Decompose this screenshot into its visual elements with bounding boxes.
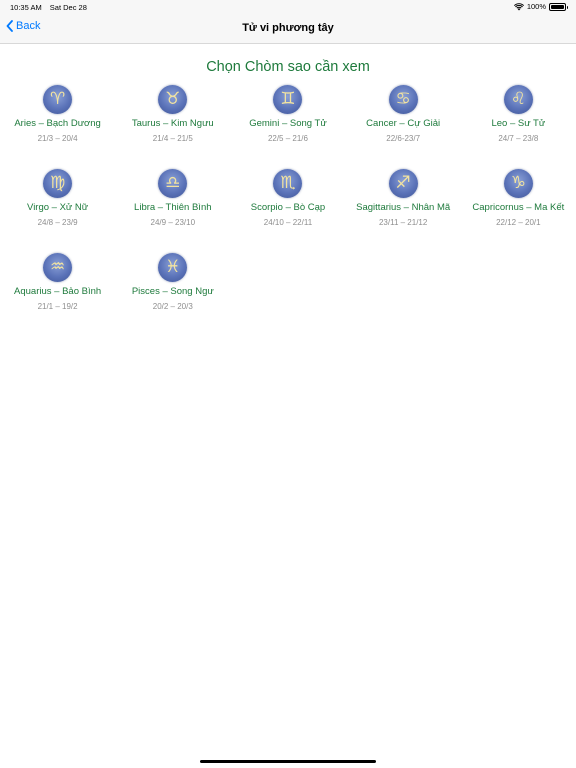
zodiac-item-libra[interactable]: ♎ Libra – Thiên Bình 24/9 – 23/10 xyxy=(115,169,230,253)
aries-icon: ♈ xyxy=(43,85,73,114)
section-heading: Chọn Chòm sao cần xem xyxy=(206,59,370,75)
leo-icon: ♌ xyxy=(503,85,533,114)
libra-icon: ♎ xyxy=(158,169,188,198)
status-right: 100% xyxy=(513,2,568,11)
zodiac-item-cancer[interactable]: ♋ Cancer – Cự Giải 22/6-23/7 xyxy=(346,85,461,169)
zodiac-dates: 21/4 – 21/5 xyxy=(152,134,193,143)
status-bar: 10:35 AM Sat Dec 28 100% xyxy=(0,0,576,14)
sagittarius-icon: ♐ xyxy=(388,169,418,198)
zodiac-name: Taurus – Kim Ngưu xyxy=(131,118,214,129)
zodiac-dates: 24/10 – 22/11 xyxy=(263,218,313,227)
zodiac-item-aries[interactable]: ♈ Aries – Bạch Dương 21/3 – 20/4 xyxy=(0,85,115,169)
zodiac-item-aquarius[interactable]: ♒ Aquarius – Bảo Bình 21/1 – 19/2 xyxy=(0,253,115,337)
zodiac-dates: 24/7 – 23/8 xyxy=(498,134,539,143)
zodiac-dates: 24/9 – 23/10 xyxy=(150,218,196,227)
zodiac-name: Gemini – Song Tử xyxy=(249,118,327,129)
zodiac-dates: 23/11 – 21/12 xyxy=(378,218,428,227)
scorpio-icon: ♏ xyxy=(273,169,303,198)
capricorn-icon: ♑ xyxy=(503,169,533,198)
zodiac-item-leo[interactable]: ♌ Leo – Sư Tử 24/7 – 23/8 xyxy=(461,85,576,169)
zodiac-name: Cancer – Cự Giải xyxy=(366,118,441,129)
zodiac-item-sagittarius[interactable]: ♐ Sagittarius – Nhân Mã 23/11 – 21/12 xyxy=(346,169,461,253)
battery-percent: 100% xyxy=(526,2,546,11)
zodiac-name: Pisces – Song Ngư xyxy=(131,286,214,297)
zodiac-dates: 21/1 – 19/2 xyxy=(37,302,78,311)
zodiac-dates: 22/12 – 20/1 xyxy=(496,218,541,227)
pisces-icon: ♓ xyxy=(158,253,188,282)
wifi-icon xyxy=(513,2,524,11)
zodiac-name: Capricornus – Ma Kết xyxy=(472,202,565,213)
zodiac-dates: 24/8 – 23/9 xyxy=(37,218,78,227)
zodiac-dates: 20/2 – 20/3 xyxy=(152,302,193,311)
zodiac-item-virgo[interactable]: ♍ Virgo – Xử Nữ 24/8 – 23/9 xyxy=(0,169,115,253)
zodiac-name: Sagittarius – Nhân Mã xyxy=(356,202,451,213)
zodiac-grid: ♈ Aries – Bạch Dương 21/3 – 20/4 ♉ Tauru… xyxy=(0,85,576,337)
zodiac-name: Aquarius – Bảo Bình xyxy=(14,286,102,297)
status-date: Sat Dec 28 xyxy=(49,3,87,12)
battery-icon xyxy=(549,2,568,11)
zodiac-name: Virgo – Xử Nữ xyxy=(27,202,89,213)
zodiac-dates: 21/3 – 20/4 xyxy=(37,134,78,143)
virgo-icon: ♍ xyxy=(43,169,73,198)
zodiac-name: Scorpio – Bò Cạp xyxy=(250,202,326,213)
page-title: Tử vi phương tây xyxy=(242,22,334,34)
gemini-icon: ♊ xyxy=(273,85,303,114)
zodiac-item-gemini[interactable]: ♊ Gemini – Song Tử 22/5 – 21/6 xyxy=(230,85,345,169)
zodiac-item-capricornus[interactable]: ♑ Capricornus – Ma Kết 22/12 – 20/1 xyxy=(461,169,576,253)
cancer-icon: ♋ xyxy=(388,85,418,114)
zodiac-name: Libra – Thiên Bình xyxy=(134,202,212,213)
navigation-bar: Back Tử vi phương tây xyxy=(0,14,576,44)
status-left: 10:35 AM Sat Dec 28 xyxy=(10,3,87,12)
aquarius-icon: ♒ xyxy=(43,253,73,282)
home-indicator[interactable] xyxy=(200,760,376,763)
zodiac-name: Aries – Bạch Dương xyxy=(14,118,101,129)
taurus-icon: ♉ xyxy=(158,85,188,114)
zodiac-item-pisces[interactable]: ♓ Pisces – Song Ngư 20/2 – 20/3 xyxy=(115,253,230,337)
status-time: 10:35 AM xyxy=(10,3,42,12)
zodiac-name: Leo – Sư Tử xyxy=(491,118,546,129)
zodiac-item-scorpio[interactable]: ♏ Scorpio – Bò Cạp 24/10 – 22/11 xyxy=(230,169,345,253)
zodiac-dates: 22/5 – 21/6 xyxy=(267,134,308,143)
zodiac-item-taurus[interactable]: ♉ Taurus – Kim Ngưu 21/4 – 21/5 xyxy=(115,85,230,169)
zodiac-dates: 22/6-23/7 xyxy=(386,134,421,143)
